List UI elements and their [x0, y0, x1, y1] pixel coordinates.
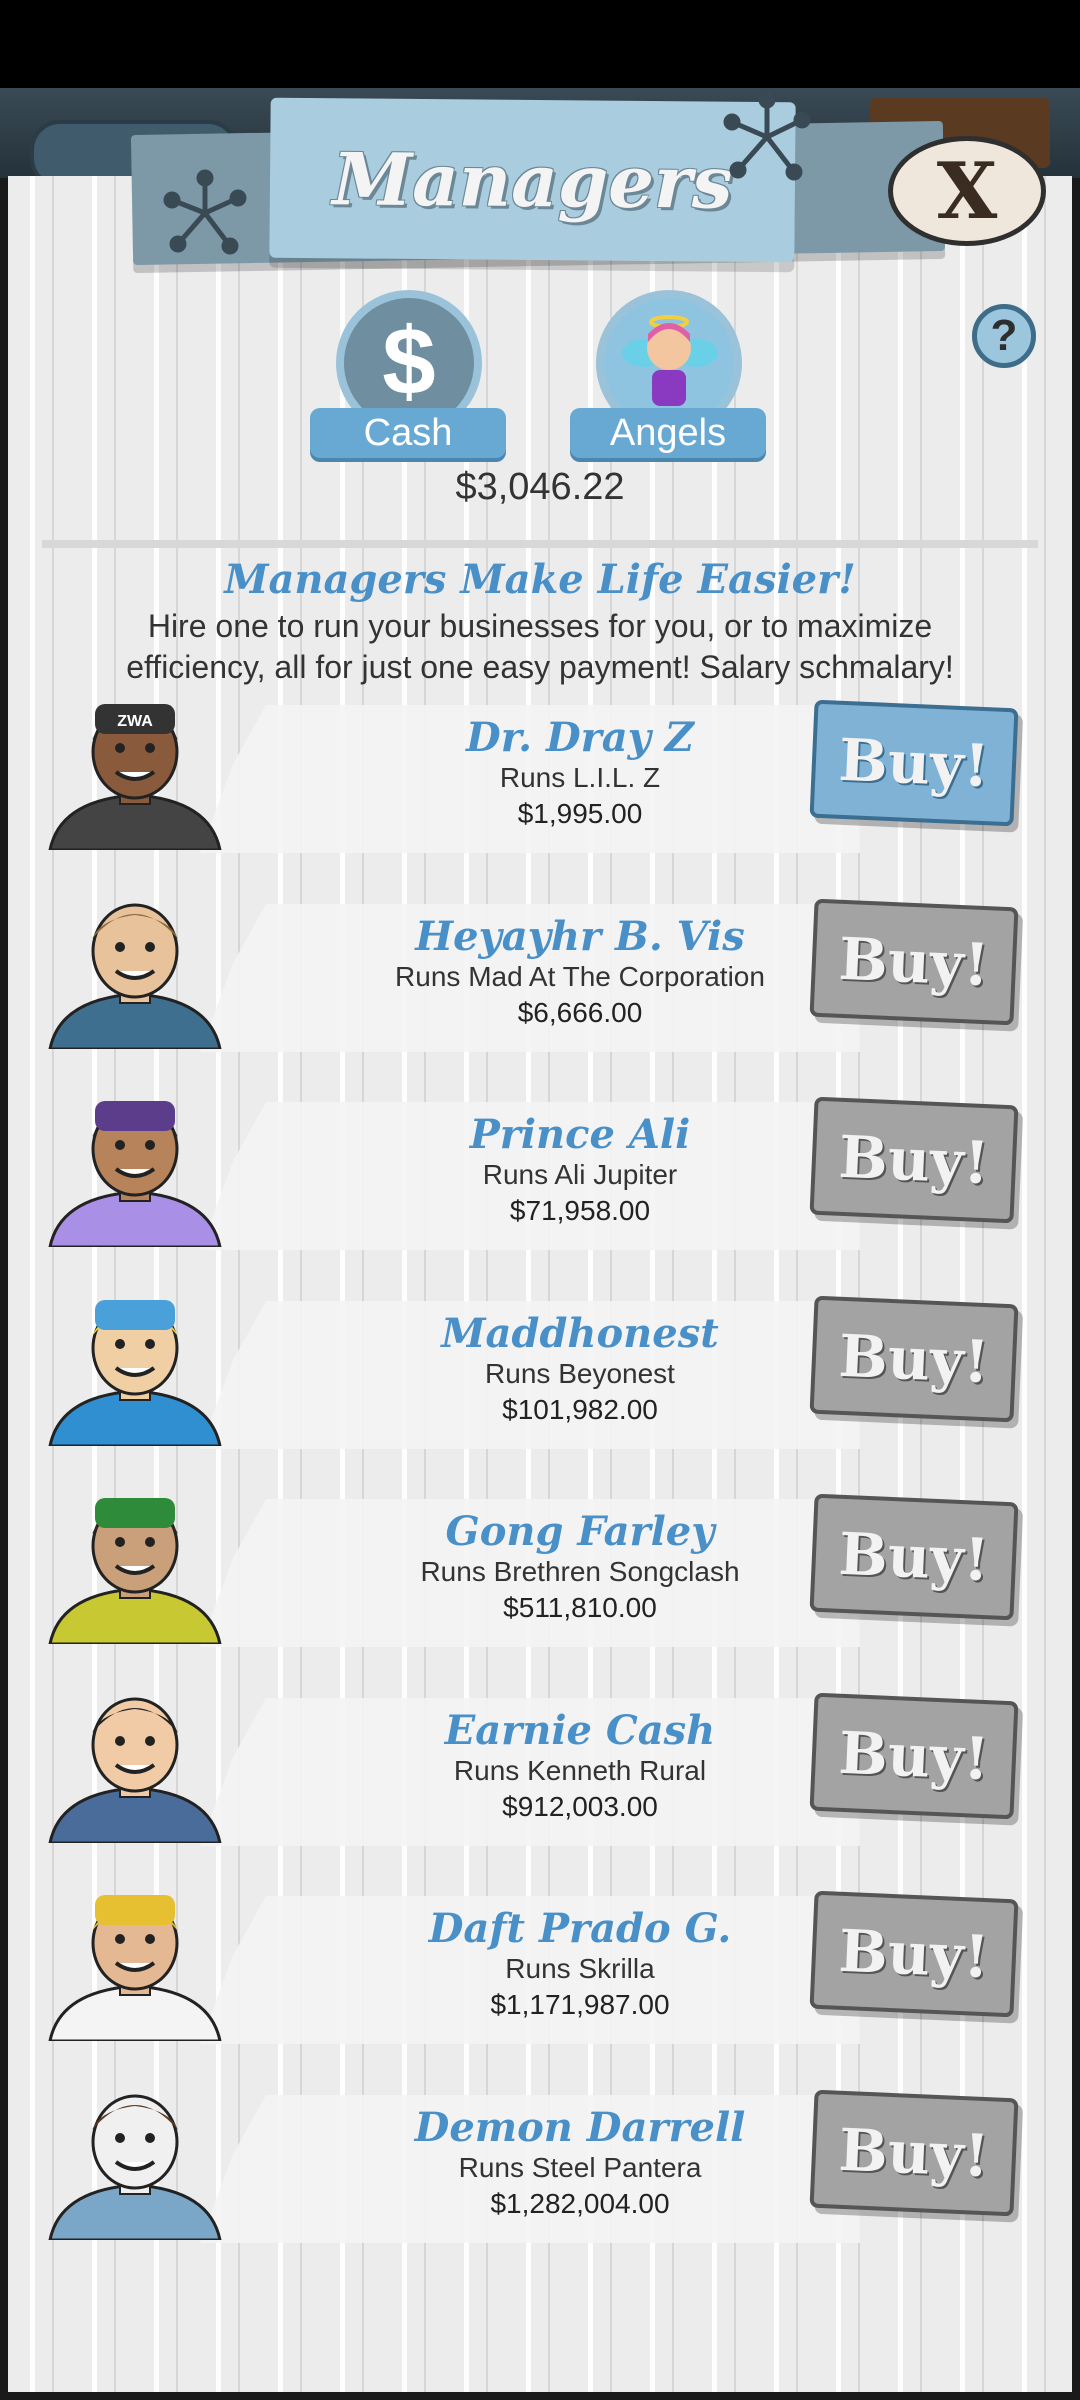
manager-name: Maddhonest: [441, 1310, 719, 1357]
manager-info: Daft Prado G. Runs Skrilla $1,171,987.00: [280, 1905, 880, 2021]
manager-row: ZWA Dr. Dray Z Runs L.I.L. Z $1,995.00 B…: [40, 690, 1040, 853]
manager-name: Daft Prado G.: [428, 1905, 732, 1952]
manager-info: Dr. Dray Z Runs L.I.L. Z $1,995.00: [280, 714, 880, 830]
manager-portrait: [48, 1498, 222, 1644]
manager-cost: $1,171,987.00: [490, 1989, 670, 2020]
manager-cost: $912,003.00: [502, 1791, 658, 1822]
manager-cost: $511,810.00: [503, 1592, 657, 1623]
manager-info: Gong Farley Runs Brethren Songclash $511…: [280, 1508, 880, 1624]
manager-name: Gong Farley: [445, 1508, 715, 1555]
buy-button[interactable]: Buy!: [809, 1493, 1019, 1621]
buy-label: Buy!: [837, 924, 991, 1000]
buy-label: Buy!: [837, 1321, 991, 1397]
tab-cash[interactable]: $ Cash: [310, 290, 510, 458]
manager-business: Runs Brethren Songclash: [420, 1556, 740, 1587]
cash-balance: $3,046.22: [455, 466, 625, 508]
manager-row: Maddhonest Runs Beyonest $101,982.00 Buy…: [40, 1286, 1040, 1449]
manager-name: Heyayhr B. Vis: [415, 913, 745, 960]
buy-button[interactable]: Buy!: [809, 1096, 1019, 1224]
buy-label: Buy!: [837, 1519, 991, 1595]
manager-business: Runs Ali Jupiter: [482, 1159, 678, 1190]
buy-button[interactable]: Buy!: [809, 2089, 1019, 2217]
help-button[interactable]: ?: [972, 304, 1036, 368]
manager-business: Runs Beyonest: [485, 1358, 675, 1389]
manager-business: Runs Skrilla: [505, 1953, 655, 1984]
manager-cost: $1,282,004.00: [490, 2188, 670, 2219]
tab-label: Angels: [570, 408, 766, 458]
close-button[interactable]: X: [888, 136, 1046, 246]
manager-row: Earnie Cash Runs Kenneth Rural $912,003.…: [40, 1683, 1040, 1846]
manager-name: Dr. Dray Z: [466, 714, 694, 761]
manager-name: Earnie Cash: [444, 1707, 716, 1754]
manager-portrait: [48, 1697, 222, 1843]
manager-portrait: [48, 1895, 222, 2041]
buy-button[interactable]: Buy!: [809, 898, 1019, 1026]
manager-portrait: [48, 2094, 222, 2240]
manager-cost: $1,995.00: [517, 798, 643, 829]
intro-text: Hire one to run your businesses for you,…: [126, 608, 954, 685]
title-banner: Managers: [269, 97, 796, 263]
manager-portrait: [48, 1300, 222, 1446]
manager-business: Runs L.I.L. Z: [499, 762, 661, 793]
cap-text: ZWA: [117, 713, 153, 730]
manager-business: Runs Mad At The Corporation: [395, 961, 765, 992]
buy-label: Buy!: [837, 1718, 991, 1794]
manager-row: Gong Farley Runs Brethren Songclash $511…: [40, 1484, 1040, 1647]
divider: [42, 540, 1038, 548]
manager-row: Prince Ali Runs Ali Jupiter $71,958.00 B…: [40, 1087, 1040, 1250]
manager-row: Daft Prado G. Runs Skrilla $1,171,987.00…: [40, 1881, 1040, 2044]
manager-cost: $101,982.00: [502, 1394, 658, 1425]
buy-label: Buy!: [837, 1916, 991, 1992]
buy-button[interactable]: Buy!: [809, 699, 1019, 827]
tab-label: Cash: [310, 408, 506, 458]
buy-button[interactable]: Buy!: [809, 1890, 1019, 2018]
manager-row: Heyayhr B. Vis Runs Mad At The Corporati…: [40, 889, 1040, 1052]
manager-info: Maddhonest Runs Beyonest $101,982.00: [280, 1310, 880, 1426]
svg-text:$: $: [382, 308, 435, 415]
starburst-icon: [723, 92, 811, 181]
starburst-icon: [163, 169, 247, 255]
manager-info: Heyayhr B. Vis Runs Mad At The Corporati…: [280, 913, 880, 1029]
intro-headline: Managers Make Life Easier!: [224, 556, 856, 603]
manager-business: Runs Steel Pantera: [458, 2152, 702, 2183]
manager-portrait: ZWA: [48, 704, 222, 850]
tab-angels[interactable]: Angels: [570, 290, 770, 458]
manager-business: Runs Kenneth Rural: [453, 1755, 707, 1786]
manager-info: Prince Ali Runs Ali Jupiter $71,958.00: [280, 1111, 880, 1227]
question-icon: ?: [990, 311, 1018, 360]
manager-name: Prince Ali: [469, 1111, 691, 1158]
manager-info: Demon Darrell Runs Steel Pantera $1,282,…: [280, 2104, 880, 2220]
manager-cost: $71,958.00: [509, 1195, 651, 1226]
manager-row: Demon Darrell Runs Steel Pantera $1,282,…: [40, 2080, 1040, 2243]
manager-portrait: [48, 903, 222, 1049]
manager-portrait: [48, 1101, 222, 1247]
page-title: Managers: [332, 135, 733, 225]
buy-label: Buy!: [837, 725, 991, 801]
buy-button[interactable]: Buy!: [809, 1692, 1019, 1820]
manager-cost: $6,666.00: [517, 997, 643, 1028]
buy-label: Buy!: [837, 2115, 991, 2191]
manager-name: Demon Darrell: [414, 2104, 746, 2151]
status-bar: [0, 0, 1080, 88]
manager-info: Earnie Cash Runs Kenneth Rural $912,003.…: [280, 1707, 880, 1823]
buy-button[interactable]: Buy!: [809, 1295, 1019, 1423]
close-icon: X: [936, 145, 998, 237]
buy-label: Buy!: [837, 1122, 991, 1198]
